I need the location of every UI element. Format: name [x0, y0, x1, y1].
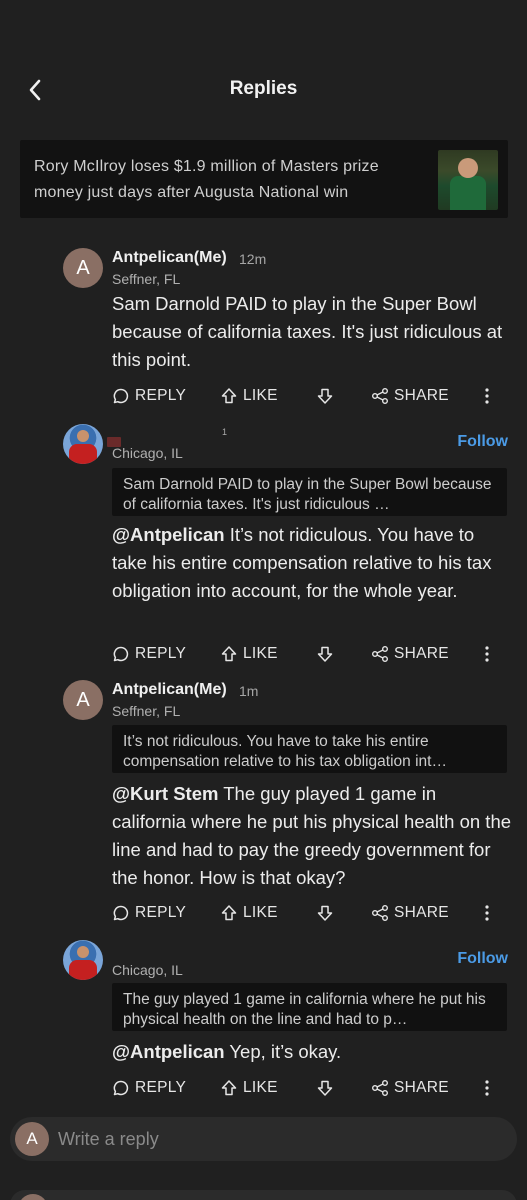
like-button[interactable]: LIKE	[220, 1073, 278, 1103]
header: Replies	[0, 68, 527, 114]
more-vertical-icon	[485, 1080, 489, 1096]
comment-text: @Antpelican It’s not ridiculous. You hav…	[112, 524, 492, 601]
badge-count: 1	[222, 427, 228, 437]
comment-actions: REPLY LIKE SHARE	[112, 1073, 507, 1103]
timestamp: 1m	[239, 683, 259, 699]
reply-bar: A	[10, 1117, 517, 1161]
reply-button[interactable]: REPLY	[112, 1073, 186, 1103]
reply-button[interactable]: REPLY	[112, 381, 186, 411]
arrow-up-icon	[221, 388, 237, 404]
share-button[interactable]: SHARE	[371, 381, 449, 411]
reply-button[interactable]: REPLY	[112, 639, 186, 669]
arrow-down-icon	[317, 1080, 333, 1096]
more-options-button[interactable]	[479, 898, 495, 928]
speech-bubble-icon	[113, 905, 129, 921]
more-options-button[interactable]	[479, 1073, 495, 1103]
quoted-comment: The guy played 1 game in california wher…	[112, 983, 507, 1031]
arrow-up-icon	[221, 646, 237, 662]
dislike-button[interactable]	[316, 898, 339, 928]
arrow-down-icon	[317, 905, 333, 921]
quoted-comment: Sam Darnold PAID to play in the Super Bo…	[112, 468, 507, 516]
speech-bubble-icon	[113, 388, 129, 404]
more-vertical-icon	[485, 905, 489, 921]
arrow-up-icon	[221, 1080, 237, 1096]
follow-button[interactable]: Follow	[457, 950, 508, 968]
share-button[interactable]: SHARE	[371, 639, 449, 669]
more-vertical-icon	[485, 388, 489, 404]
page-title: Replies	[229, 78, 298, 99]
dislike-button[interactable]	[316, 1073, 339, 1103]
username[interactable]: Antpelican(Me)	[112, 681, 227, 699]
timestamp: 12m	[239, 251, 267, 267]
avatar: A	[15, 1122, 49, 1156]
reply-button[interactable]: REPLY	[112, 898, 186, 928]
more-options-button[interactable]	[479, 381, 495, 411]
share-button[interactable]: SHARE	[371, 898, 449, 928]
avatar[interactable]: A	[63, 680, 103, 720]
like-button[interactable]: LIKE	[220, 898, 278, 928]
quoted-comment: It’s not ridiculous. You have to take hi…	[112, 725, 507, 773]
comment-text: Sam Darnold PAID to play in the Super Bo…	[112, 293, 503, 370]
mention[interactable]: @Antpelican	[112, 524, 225, 545]
username[interactable]: Antpelican(Me)	[112, 249, 227, 267]
next-item-peek	[10, 1190, 517, 1200]
avatar[interactable]	[63, 424, 103, 464]
share-button[interactable]: SHARE	[371, 1073, 449, 1103]
location: Seffner, FL	[112, 271, 181, 287]
article-thumbnail	[438, 150, 498, 210]
like-button[interactable]: LIKE	[220, 381, 278, 411]
article-card[interactable]: Rory McIlroy loses $1.9 million of Maste…	[20, 140, 508, 218]
dislike-button[interactable]	[316, 639, 339, 669]
comment-text: @Antpelican Yep, it’s okay.	[112, 1041, 342, 1062]
speech-bubble-icon	[113, 646, 129, 662]
share-icon	[372, 1080, 388, 1096]
like-button[interactable]: LIKE	[220, 639, 278, 669]
comment-actions: REPLY LIKE SHARE	[112, 381, 507, 411]
arrow-down-icon	[317, 388, 333, 404]
mention[interactable]: @Antpelican	[112, 1041, 225, 1062]
comment-text: @Kurt Stem The guy played 1 game in cali…	[112, 783, 512, 888]
location: Chicago, IL	[112, 445, 183, 461]
avatar[interactable]: A	[63, 248, 103, 288]
avatar[interactable]	[63, 940, 103, 980]
article-title: Rory McIlroy loses $1.9 million of Maste…	[34, 158, 379, 201]
mention[interactable]: @Kurt Stem	[112, 783, 218, 804]
share-icon	[372, 905, 388, 921]
arrow-down-icon	[317, 646, 333, 662]
dislike-button[interactable]	[316, 381, 339, 411]
reply-input[interactable]	[58, 1123, 498, 1155]
comment-actions: REPLY LIKE SHARE	[112, 639, 507, 669]
location: Seffner, FL	[112, 703, 181, 719]
more-vertical-icon	[485, 646, 489, 662]
share-icon	[372, 388, 388, 404]
avatar	[18, 1194, 48, 1200]
share-icon	[372, 646, 388, 662]
more-options-button[interactable]	[479, 639, 495, 669]
arrow-up-icon	[221, 905, 237, 921]
location: Chicago, IL	[112, 962, 183, 978]
comment-actions: REPLY LIKE SHARE	[112, 898, 507, 928]
follow-button[interactable]: Follow	[457, 433, 508, 451]
speech-bubble-icon	[113, 1080, 129, 1096]
